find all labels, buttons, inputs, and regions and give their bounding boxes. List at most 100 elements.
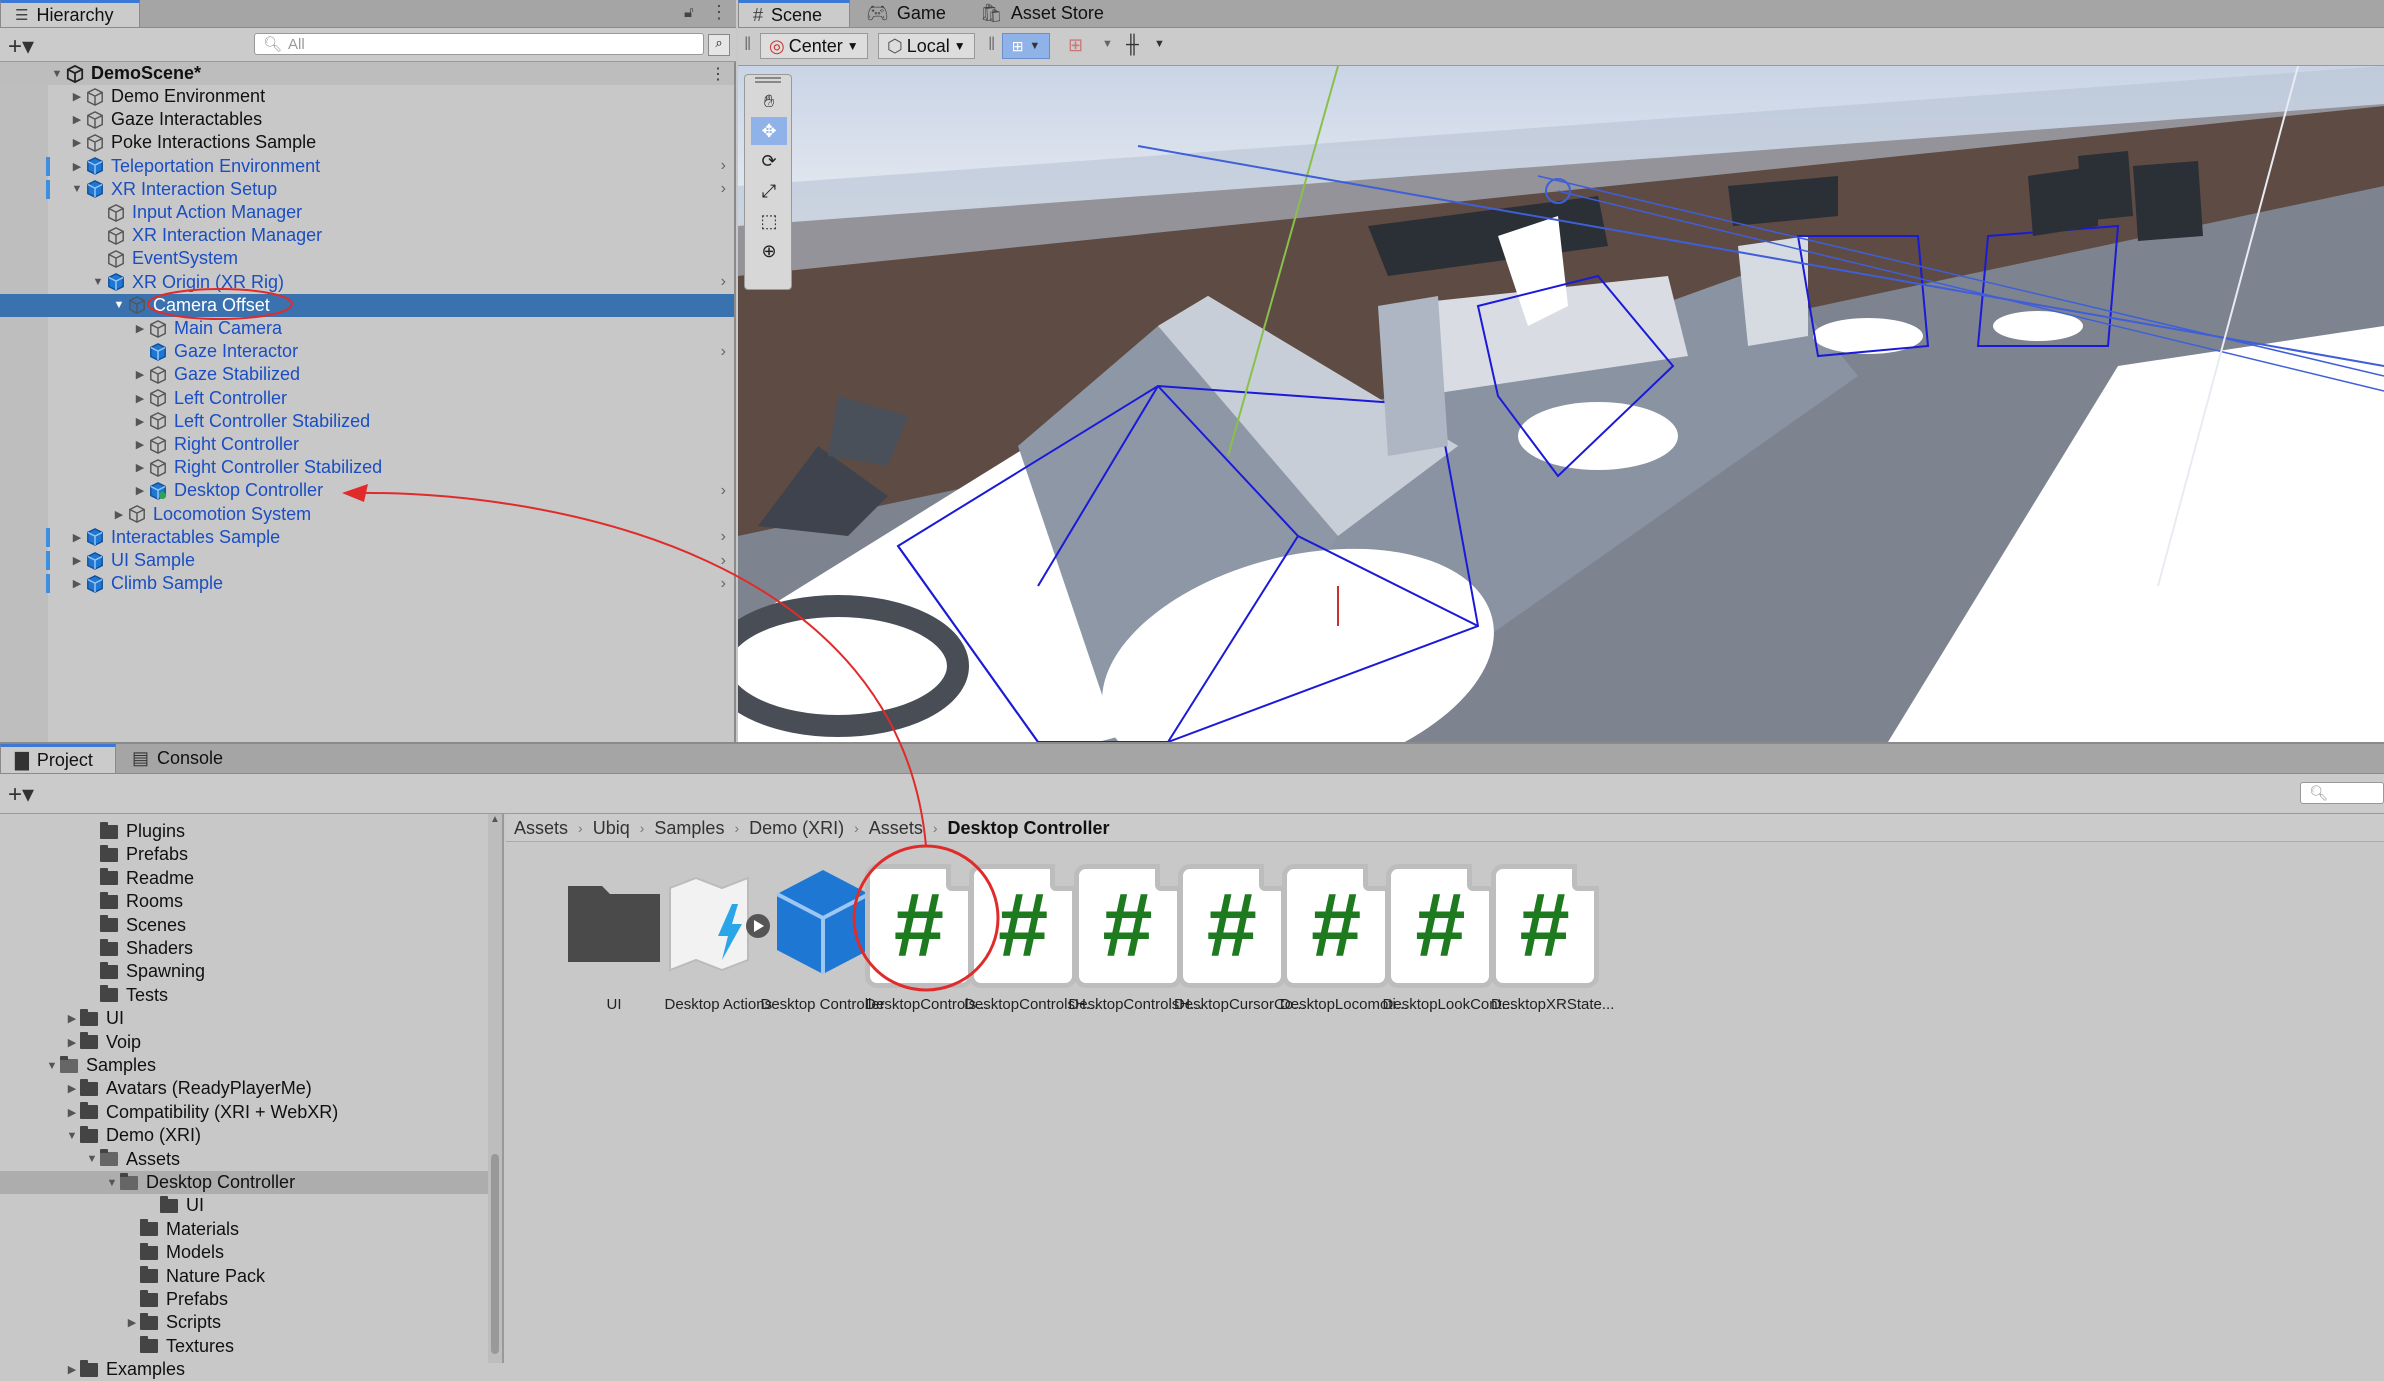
hierarchy-row[interactable]: ▶ Poke Interactions Sample [0, 131, 734, 154]
breadcrumb-item[interactable]: Demo (XRI) [749, 818, 844, 839]
rotate-tool-icon[interactable]: ⟳ [751, 147, 787, 175]
project-tree-item[interactable]: ▼ Desktop Controller [0, 1171, 500, 1194]
kebab-menu-icon[interactable]: ⋮ [710, 2, 728, 23]
fold-closed-icon[interactable]: ▶ [131, 438, 149, 451]
fold-closed-icon[interactable]: ▶ [68, 113, 86, 126]
transform-tool-icon[interactable]: ⊕ [751, 237, 787, 265]
hierarchy-row[interactable]: ▶ Left Controller [0, 387, 734, 410]
space-dropdown[interactable]: ⬡ Local ▼ [878, 33, 975, 59]
breadcrumb-item[interactable]: Ubiq [593, 818, 630, 839]
lock-icon[interactable]: 🔓︎ [684, 4, 694, 21]
project-tree-item[interactable]: ▶ Examples [0, 1358, 500, 1381]
breadcrumb-item[interactable]: Desktop Controller [948, 818, 1110, 839]
hierarchy-row[interactable]: ▶ Desktop Controller › [0, 479, 734, 502]
chevron-right-icon[interactable]: › [721, 575, 726, 593]
chevron-right-icon[interactable]: › [721, 343, 726, 361]
tab-console[interactable]: ▤ Console [118, 744, 237, 773]
scrollbar-thumb[interactable] [491, 1154, 499, 1354]
hierarchy-row[interactable]: ▶ Interactables Sample › [0, 526, 734, 549]
chevron-down-icon[interactable]: ▼ [1154, 38, 1165, 50]
project-tree-item[interactable]: UI [0, 1194, 500, 1217]
project-tree-item[interactable]: ▶ Scripts [0, 1311, 500, 1334]
hierarchy-row[interactable]: Input Action Manager [0, 201, 734, 224]
chevron-right-icon[interactable]: › [721, 528, 726, 546]
project-tree-item[interactable]: Nature Pack [0, 1265, 500, 1288]
chevron-right-icon[interactable]: › [721, 273, 726, 291]
search-by-type-icon[interactable]: ⌕ [708, 34, 730, 56]
fold-open-icon[interactable]: ▼ [68, 183, 86, 195]
tab-hierarchy[interactable]: ☰ Hierarchy [0, 0, 140, 27]
project-tree-item[interactable]: ▼ Demo (XRI) [0, 1124, 500, 1147]
project-tree-item[interactable]: Rooms [0, 890, 500, 913]
hierarchy-row[interactable]: ▶ Demo Environment [0, 85, 734, 108]
fold-closed-icon[interactable]: ▶ [68, 554, 86, 567]
hand-tool-icon[interactable]: ✋︎ [751, 87, 787, 115]
hierarchy-row[interactable]: ▶ Main Camera [0, 317, 734, 340]
move-tool-icon[interactable]: ✥ [751, 117, 787, 145]
scroll-up-icon[interactable]: ▲ [490, 814, 500, 825]
project-tree-item[interactable]: ▼ Samples [0, 1054, 500, 1077]
project-tree-item[interactable]: Plugins [0, 820, 500, 843]
tree-scrollbar[interactable]: ▲ [488, 814, 502, 1363]
hierarchy-row[interactable]: ▼ XR Origin (XR Rig) › [0, 271, 734, 294]
project-search-input[interactable]: 🔍︎ [2300, 782, 2384, 804]
fold-closed-icon[interactable]: ▶ [64, 1012, 80, 1025]
project-tree-item[interactable]: Spawning [0, 960, 500, 983]
hierarchy-row[interactable]: XR Interaction Manager [0, 224, 734, 247]
tab-asset-store[interactable]: 🛍︎ Asset Store [966, 0, 1118, 27]
project-tree-item[interactable]: Prefabs [0, 1288, 500, 1311]
fold-closed-icon[interactable]: ▶ [131, 392, 149, 405]
scene-viewport[interactable]: ✋︎ ✥ ⟳ ⤢ ⬚ ⊕ [738, 66, 2384, 742]
project-tree-item[interactable]: ▼ Assets [0, 1148, 500, 1171]
add-icon[interactable]: +▾ [8, 32, 34, 61]
fold-closed-icon[interactable]: ▶ [131, 322, 149, 335]
scale-tool-icon[interactable]: ⤢ [751, 177, 787, 205]
hierarchy-row[interactable]: ▶ Left Controller Stabilized [0, 410, 734, 433]
project-tree-item[interactable]: ▶ Compatibility (XRI + WebXR) [0, 1101, 500, 1124]
project-tree-item[interactable]: Models [0, 1241, 500, 1264]
add-icon[interactable]: +▾ [8, 780, 34, 809]
project-tree-item[interactable]: Tests [0, 984, 500, 1007]
hierarchy-row[interactable]: ▶ Locomotion System [0, 503, 734, 526]
scene-menu-icon[interactable]: ⋮ [710, 64, 726, 84]
grid-snap-toggle[interactable]: ⊞ ▼ [1002, 33, 1050, 59]
breadcrumb-item[interactable]: Samples [654, 818, 724, 839]
hierarchy-row[interactable]: Gaze Interactor › [0, 340, 734, 363]
breadcrumb-item[interactable]: Assets [514, 818, 568, 839]
scene-root-row[interactable]: ▼ DemoScene* ⋮ [0, 62, 734, 85]
project-tree-item[interactable]: Materials [0, 1218, 500, 1241]
fold-open-icon[interactable]: ▼ [64, 1130, 80, 1142]
fold-open-icon[interactable]: ▼ [48, 68, 66, 80]
breadcrumb-item[interactable]: Assets [869, 818, 923, 839]
chevron-right-icon[interactable]: › [721, 482, 726, 500]
project-tree-item[interactable]: ▶ Voip [0, 1031, 500, 1054]
project-tree-item[interactable]: Textures [0, 1335, 500, 1358]
hierarchy-row[interactable]: ▶ Gaze Stabilized [0, 363, 734, 386]
asset-item[interactable]: # DesktopXRState... [1473, 850, 1633, 1020]
hierarchy-search-input[interactable]: 🔍︎ All [254, 33, 704, 55]
fold-closed-icon[interactable]: ▶ [131, 461, 149, 474]
pivot-dropdown[interactable]: ◎ Center ▼ [760, 33, 868, 59]
hierarchy-row[interactable]: ▶ Right Controller [0, 433, 734, 456]
fold-closed-icon[interactable]: ▶ [64, 1363, 80, 1376]
fold-closed-icon[interactable]: ▶ [64, 1036, 80, 1049]
project-tree-item[interactable]: Prefabs [0, 843, 500, 866]
hierarchy-row[interactable]: ▶ Teleportation Environment › [0, 155, 734, 178]
rect-tool-icon[interactable]: ⬚ [751, 207, 787, 235]
chevron-right-icon[interactable]: › [721, 180, 726, 198]
fold-closed-icon[interactable]: ▶ [131, 415, 149, 428]
project-tree-item[interactable]: ▶ Avatars (ReadyPlayerMe) [0, 1077, 500, 1100]
project-tree-item[interactable]: Shaders [0, 937, 500, 960]
fold-closed-icon[interactable]: ▶ [124, 1316, 140, 1329]
project-tree-item[interactable]: Scenes [0, 914, 500, 937]
hierarchy-row[interactable]: ▶ UI Sample › [0, 549, 734, 572]
hierarchy-row[interactable]: ▼ Camera Offset [0, 293, 734, 317]
fold-closed-icon[interactable]: ▶ [68, 160, 86, 173]
fold-closed-icon[interactable]: ▶ [64, 1106, 80, 1119]
fold-open-icon[interactable]: ▼ [110, 299, 128, 311]
ruler-icon[interactable]: ╫ [1126, 34, 1139, 55]
hierarchy-row[interactable]: ▶ Right Controller Stabilized [0, 456, 734, 479]
fold-open-icon[interactable]: ▼ [104, 1177, 120, 1189]
fold-closed-icon[interactable]: ▶ [68, 90, 86, 103]
fold-open-icon[interactable]: ▼ [89, 276, 107, 288]
